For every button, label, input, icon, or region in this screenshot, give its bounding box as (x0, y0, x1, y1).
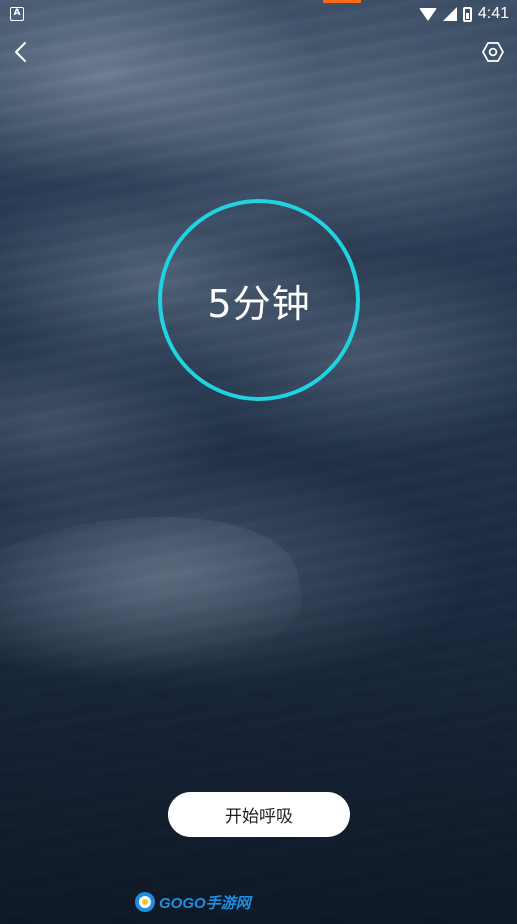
status-time: 4:41 (477, 5, 509, 22)
battery-icon (462, 6, 472, 22)
status-indicator (323, 0, 361, 3)
hexagon-gear-icon (482, 42, 504, 62)
timer-duration-label: 5分钟 (207, 281, 311, 326)
watermark: GOGO手游网 (134, 890, 251, 914)
settings-button[interactable] (481, 40, 505, 64)
a-letter-icon: A (10, 7, 24, 21)
wave-texture (0, 0, 517, 924)
timer-ring[interactable]: 5分钟 (158, 199, 360, 401)
start-breathing-button[interactable]: 开始呼吸 (168, 792, 350, 837)
signal-icon (442, 7, 457, 21)
chevron-left-icon (15, 42, 26, 62)
watermark-text: GOGO手游网 (159, 894, 251, 912)
status-bar: A 4:41 (0, 0, 517, 30)
back-button[interactable] (10, 40, 34, 64)
status-icons: 4:41 (418, 5, 509, 23)
wifi-icon (418, 7, 437, 21)
gogo-logo-icon (135, 892, 155, 912)
